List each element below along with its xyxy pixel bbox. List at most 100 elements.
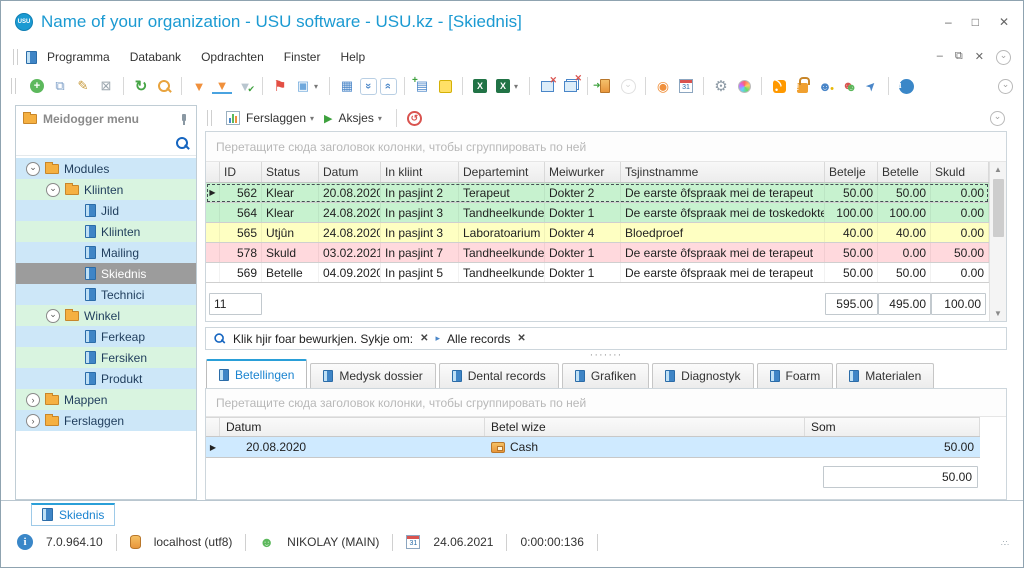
tab-medysk-dossier[interactable]: Medysk dossier [310,363,436,388]
menubar-overflow-icon[interactable] [996,49,1011,65]
menu-help[interactable]: Help [340,50,365,64]
tab-materialen[interactable]: Materialen [836,363,935,388]
column-header-betelle[interactable]: Betelle [878,162,931,182]
mdi-minimize-icon[interactable] [937,50,943,65]
menubar-grip[interactable] [13,49,18,65]
tab-dental-records[interactable]: Dental records [438,363,559,388]
table-row[interactable]: 578 Skuld 03.02.2021 In pasjint 7 Tandhe… [206,243,989,263]
detail-group-by-bar[interactable]: Перетащите сюда заголовок колонки, чтобы… [206,389,1006,417]
image-menu-arrow-icon[interactable] [314,82,322,91]
expand-all-icon[interactable] [380,77,397,95]
tab-grafiken[interactable]: Grafiken [561,363,650,388]
grid-toolbar-overflow-icon[interactable] [990,110,1005,126]
toolbar-grip[interactable] [11,78,16,94]
table-row[interactable]: 562 Klear 20.08.2020 In pasjint 2 Terape… [206,183,989,203]
sidebar-search-input[interactable] [23,136,176,151]
collapse-node-icon[interactable] [46,308,60,323]
sidebar-search-icon[interactable] [176,137,189,150]
mdi-close-icon[interactable] [975,50,984,65]
vertical-scrollbar[interactable]: ▲ ▼ [989,162,1006,321]
clear-filter-icon[interactable] [420,333,428,344]
delete-record-icon[interactable] [96,76,116,96]
collapse-all-icon[interactable] [360,77,377,95]
mdi-restore-icon[interactable] [955,50,963,65]
tree-item-jild[interactable]: Jild [16,200,196,221]
toolbar-overflow-icon[interactable] [998,78,1013,94]
scrollbar-thumb[interactable] [992,179,1004,237]
table-row[interactable]: 20.08.2020 Cash 50.00 [206,437,980,458]
tree-item-winkel[interactable]: Winkel [16,305,196,326]
refresh-icon[interactable] [131,76,151,96]
collapse-node-icon[interactable] [46,182,60,197]
collapse-node-icon[interactable] [26,161,40,176]
lock-icon[interactable] [796,83,808,93]
column-header-departemint[interactable]: Departemint [459,162,545,182]
excel-menu-arrow-icon[interactable] [514,82,522,91]
menu-opdrachten[interactable]: Opdrachten [201,50,264,64]
expand-node-icon[interactable] [26,392,40,407]
menu-finster[interactable]: Finster [284,50,321,64]
tree-item-ferslaggen[interactable]: Ferslaggen [16,410,196,431]
column-header-tsjinstnamme[interactable]: Tsjinstnamme [621,162,825,182]
tree-item-kliinten-2[interactable]: Kliinten [16,221,196,242]
clear-scope-icon[interactable] [517,333,525,344]
cancel-icon[interactable] [406,110,422,126]
filter-scope-link[interactable]: Alle records [447,332,510,346]
pin-panel-icon[interactable] [179,113,189,125]
tab-betellingen[interactable]: Betellingen [206,359,308,388]
image-icon[interactable] [293,76,313,96]
edit-record-icon[interactable] [73,76,93,96]
menu-programma[interactable]: Programma [47,50,110,64]
filter-icon[interactable] [189,76,209,96]
reports-menu-arrow-icon[interactable] [310,114,318,123]
table-row[interactable]: 569 Betelle 04.09.2020 In pasjint 5 Tand… [206,263,989,283]
column-header-meiwurker[interactable]: Meiwurker [545,162,621,182]
filter-edit-icon[interactable] [212,78,232,94]
close-icon[interactable] [999,15,1009,29]
pin-icon[interactable] [857,72,885,100]
table-row[interactable]: 565 Utjûn 24.08.2020 In pasjint 3 Labora… [206,223,989,243]
tree-item-fersiken[interactable]: Fersiken [16,347,196,368]
users-icon[interactable] [838,76,858,96]
tab-foarm[interactable]: Foarm [756,363,834,388]
scroll-up-icon[interactable]: ▲ [994,162,1002,177]
table-row[interactable]: 564 Klear 24.08.2020 In pasjint 3 Tandhe… [206,203,989,223]
filter-edit-link[interactable]: Klik hjir foar bewurkjen. Sykje om: [233,332,413,346]
close-window-icon[interactable] [540,80,554,92]
tree-item-skiednis[interactable]: Skiednis [16,263,196,284]
search-icon[interactable] [157,79,171,93]
copy-record-icon[interactable] [50,76,70,96]
column-header-betel-wize[interactable]: Betel wize [485,418,805,436]
card-view-icon[interactable] [337,76,357,96]
location-icon[interactable] [653,76,673,96]
add-record-icon[interactable] [30,79,44,93]
actions-button[interactable]: Aksjes [339,111,374,125]
calendar-icon[interactable] [679,79,693,93]
reports-button[interactable]: Ferslaggen [246,111,306,125]
rss-icon[interactable] [772,79,786,93]
add-column-icon[interactable] [412,75,432,96]
export-excel-icon[interactable] [473,79,487,93]
window-tab-skiednis[interactable]: Skiednis [31,502,116,526]
tree-item-ferkeap[interactable]: Ferkeap [16,326,196,347]
group-by-bar[interactable]: Перетащите сюда заголовок колонки, чтобы… [206,132,1006,162]
column-header-inkliint[interactable]: In kliint [381,162,459,182]
tree-item-technici[interactable]: Technici [16,284,196,305]
scroll-down-icon[interactable]: ▼ [994,306,1002,321]
column-header-som[interactable]: Som [805,418,980,436]
column-header-skuld[interactable]: Skuld [931,162,989,182]
menu-databank[interactable]: Databank [130,50,181,64]
horizontal-splitter[interactable] [205,350,1007,359]
column-header-datum[interactable]: Datum [220,418,485,436]
column-header-status[interactable]: Status [262,162,319,182]
export-excel-menu-icon[interactable] [496,79,510,93]
resize-grip[interactable] [995,536,1007,548]
column-header-betelje[interactable]: Betelje [825,162,878,182]
settings-icon[interactable] [711,76,731,96]
column-header-id[interactable]: ID [220,162,262,182]
tree-item-produkt[interactable]: Produkt [16,368,196,389]
flag-icon[interactable] [270,76,290,96]
column-header-datum[interactable]: Datum [319,162,381,182]
maximize-icon[interactable] [972,15,979,29]
tree-item-modules[interactable]: Modules [16,158,196,179]
